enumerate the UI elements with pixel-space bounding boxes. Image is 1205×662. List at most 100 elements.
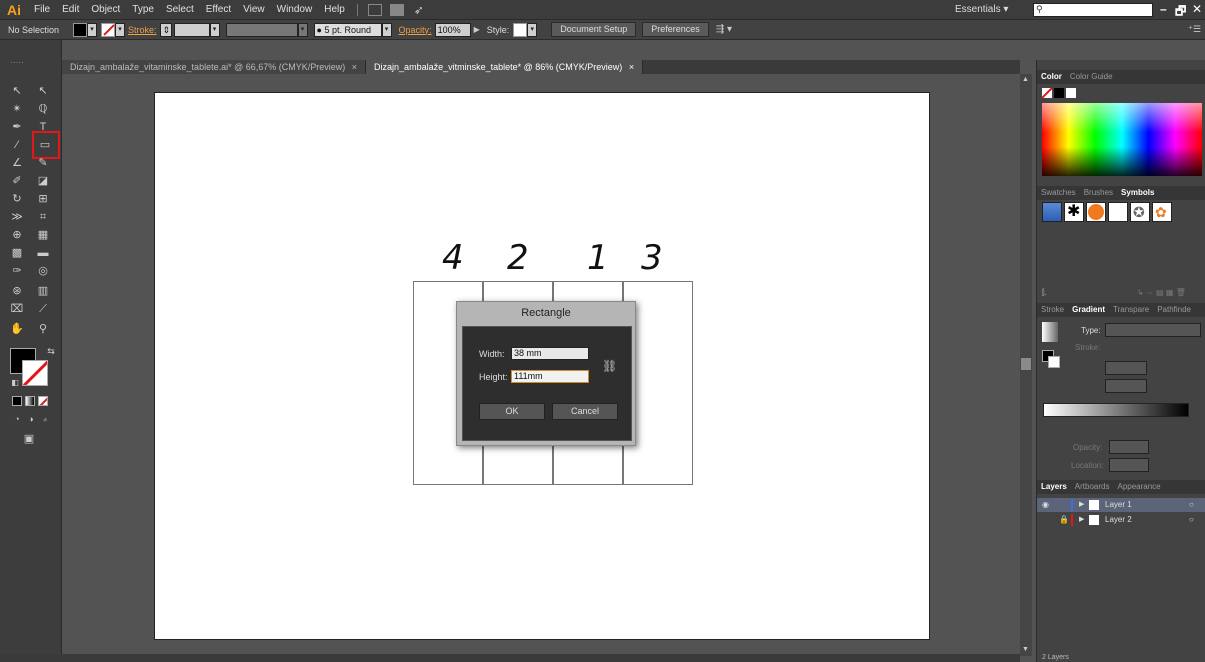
- pencil-tool-icon[interactable]: ✎: [34, 156, 52, 170]
- horizontal-scrollbar[interactable]: [62, 654, 1020, 662]
- gradient-opacity-input[interactable]: [1109, 440, 1149, 454]
- swap-colors-icon[interactable]: ⇆: [42, 344, 60, 358]
- constrain-proportions-icon[interactable]: ⛓: [602, 359, 617, 373]
- stroke-link[interactable]: Stroke:: [125, 25, 160, 35]
- gradient-mode-icon[interactable]: [25, 396, 35, 406]
- stroke-dropdown[interactable]: ▾: [115, 22, 126, 37]
- stroke-weight-input[interactable]: [173, 22, 210, 37]
- screen-mode-icon[interactable]: ▣: [20, 432, 38, 446]
- symbol-sprayer-tool-icon[interactable]: ⊛: [8, 284, 26, 298]
- graphic-style-swatch[interactable]: [513, 22, 528, 37]
- gradient-preview[interactable]: [1042, 322, 1058, 342]
- eyedropper-tool-icon[interactable]: ✑: [8, 264, 26, 278]
- menu-type[interactable]: Type: [126, 4, 160, 15]
- ok-button[interactable]: OK: [479, 403, 545, 420]
- expand-arrow-icon[interactable]: ▶: [1079, 498, 1084, 512]
- gradient-slider[interactable]: [1043, 403, 1189, 417]
- tab-close-icon[interactable]: ×: [629, 62, 634, 72]
- width-input[interactable]: 38 mm: [511, 347, 589, 360]
- scale-tool-icon[interactable]: ⊞: [34, 192, 52, 206]
- symbol-splat-icon[interactable]: ✱: [1064, 202, 1084, 222]
- none-mode-icon[interactable]: [38, 396, 48, 406]
- document-setup-button[interactable]: Document Setup: [551, 22, 637, 37]
- stroke-swatch[interactable]: [101, 22, 116, 37]
- white-swatch[interactable]: [1066, 88, 1076, 98]
- lock-icon[interactable]: 🔒: [1059, 513, 1069, 527]
- scroll-down-icon[interactable]: ▼: [1022, 646, 1029, 653]
- profile-dropdown[interactable]: ▾: [297, 22, 308, 37]
- rotate-tool-icon[interactable]: ↻: [8, 192, 26, 206]
- tab-document-2[interactable]: Dizajn_ambalaže_vitminske_tablete* @ 86%…: [366, 60, 644, 74]
- tab-pathfinder[interactable]: Pathfinde: [1153, 303, 1195, 317]
- angle-input[interactable]: [1105, 361, 1147, 375]
- stroke-color-box[interactable]: [22, 360, 48, 386]
- minimize-button[interactable]: –: [1160, 2, 1167, 16]
- lasso-tool-icon[interactable]: ℚ: [34, 102, 52, 116]
- menu-object[interactable]: Object: [85, 4, 126, 15]
- vertical-scroll-thumb[interactable]: [1021, 358, 1031, 370]
- layer-row[interactable]: ◉ ▶ Layer 1 ○: [1037, 498, 1205, 512]
- height-input[interactable]: 111mm: [511, 370, 589, 383]
- default-colors-icon[interactable]: ◧: [6, 376, 24, 390]
- gradient-tool-icon[interactable]: ▬: [34, 246, 52, 260]
- zoom-tool-icon[interactable]: ⚲: [34, 322, 52, 336]
- tab-stroke[interactable]: Stroke: [1037, 303, 1068, 317]
- fill-dropdown[interactable]: ▾: [87, 22, 98, 37]
- target-icon[interactable]: ○: [1189, 513, 1194, 527]
- tab-close-icon[interactable]: ×: [352, 62, 357, 72]
- tab-appearance[interactable]: Appearance: [1113, 480, 1164, 494]
- tab-swatches[interactable]: Swatches: [1037, 186, 1080, 200]
- tab-document-1[interactable]: Dizajn_ambalaže_vitaminske_tablete.ai* @…: [62, 60, 367, 74]
- menu-select[interactable]: Select: [160, 4, 200, 15]
- menu-help[interactable]: Help: [318, 4, 351, 15]
- symbol-frame-icon[interactable]: [1108, 202, 1128, 222]
- paintbrush-tool-icon[interactable]: ∠: [8, 156, 26, 170]
- opacity-arrow-icon[interactable]: ▶: [474, 25, 480, 34]
- hand-tool-icon[interactable]: ✋: [8, 322, 26, 336]
- tab-layers[interactable]: Layers: [1037, 480, 1071, 494]
- panel-menu-icon[interactable]: ⁺☰: [1188, 24, 1201, 35]
- workspace-switcher[interactable]: Essentials ▾: [955, 4, 1008, 15]
- menu-window[interactable]: Window: [271, 4, 319, 15]
- cancel-button[interactable]: Cancel: [552, 403, 618, 420]
- vertical-scrollbar[interactable]: ▲ ▼: [1020, 74, 1032, 656]
- color-mode-icon[interactable]: [12, 396, 22, 406]
- draw-inside-icon[interactable]: ◕: [36, 412, 54, 426]
- slice-tool-icon[interactable]: ⟋: [34, 302, 52, 316]
- pen-tool-icon[interactable]: ✒: [8, 120, 26, 134]
- fill-indicator[interactable]: [1042, 88, 1052, 98]
- tab-color[interactable]: Color: [1037, 70, 1066, 84]
- brush-dropdown[interactable]: ▾: [381, 22, 392, 37]
- blob-brush-tool-icon[interactable]: ✐: [8, 174, 26, 188]
- symbol-wreath-icon[interactable]: ✪: [1130, 202, 1150, 222]
- symbol-libraries-icon[interactable]: ⫿.: [1042, 288, 1047, 298]
- search-input[interactable]: ⚲: [1033, 3, 1153, 17]
- fill-swatch[interactable]: [73, 22, 88, 37]
- arrange-documents-icon[interactable]: [389, 3, 404, 16]
- brush-definition[interactable]: ● 5 pt. Round: [313, 22, 382, 37]
- black-swatch[interactable]: [1054, 88, 1064, 98]
- canvas-area[interactable]: 4 2 1 3 Rectangle Width: 38 mm Height: 1…: [62, 74, 1020, 656]
- feather-icon[interactable]: ➶: [414, 3, 424, 17]
- opacity-link[interactable]: Opacity:: [396, 25, 435, 35]
- column-graph-tool-icon[interactable]: ▥: [34, 284, 52, 298]
- tab-transparency[interactable]: Transpare: [1109, 303, 1153, 317]
- tab-artboards[interactable]: Artboards: [1071, 480, 1114, 494]
- close-button[interactable]: ✕: [1192, 2, 1202, 16]
- gradient-type-select[interactable]: [1105, 323, 1201, 337]
- opacity-input[interactable]: 100%: [434, 22, 471, 37]
- aspect-ratio-input[interactable]: [1105, 379, 1147, 393]
- style-dropdown[interactable]: ▾: [527, 22, 538, 37]
- layer-name[interactable]: Layer 1: [1105, 498, 1132, 512]
- target-icon[interactable]: ○: [1189, 498, 1194, 512]
- artboard-tool-icon[interactable]: ⌧: [8, 302, 26, 316]
- line-tool-icon[interactable]: ∕: [8, 138, 26, 152]
- free-transform-tool-icon[interactable]: ⌗: [34, 210, 52, 224]
- arrange-icon[interactable]: ⇶ ▾: [716, 24, 732, 35]
- symbol-orange-orb-icon[interactable]: [1086, 202, 1106, 222]
- magic-wand-tool-icon[interactable]: ✴: [8, 102, 26, 116]
- tab-gradient[interactable]: Gradient: [1068, 303, 1109, 317]
- eraser-tool-icon[interactable]: ◪: [34, 174, 52, 188]
- gradient-location-input[interactable]: [1109, 458, 1149, 472]
- menu-file[interactable]: File: [28, 4, 56, 15]
